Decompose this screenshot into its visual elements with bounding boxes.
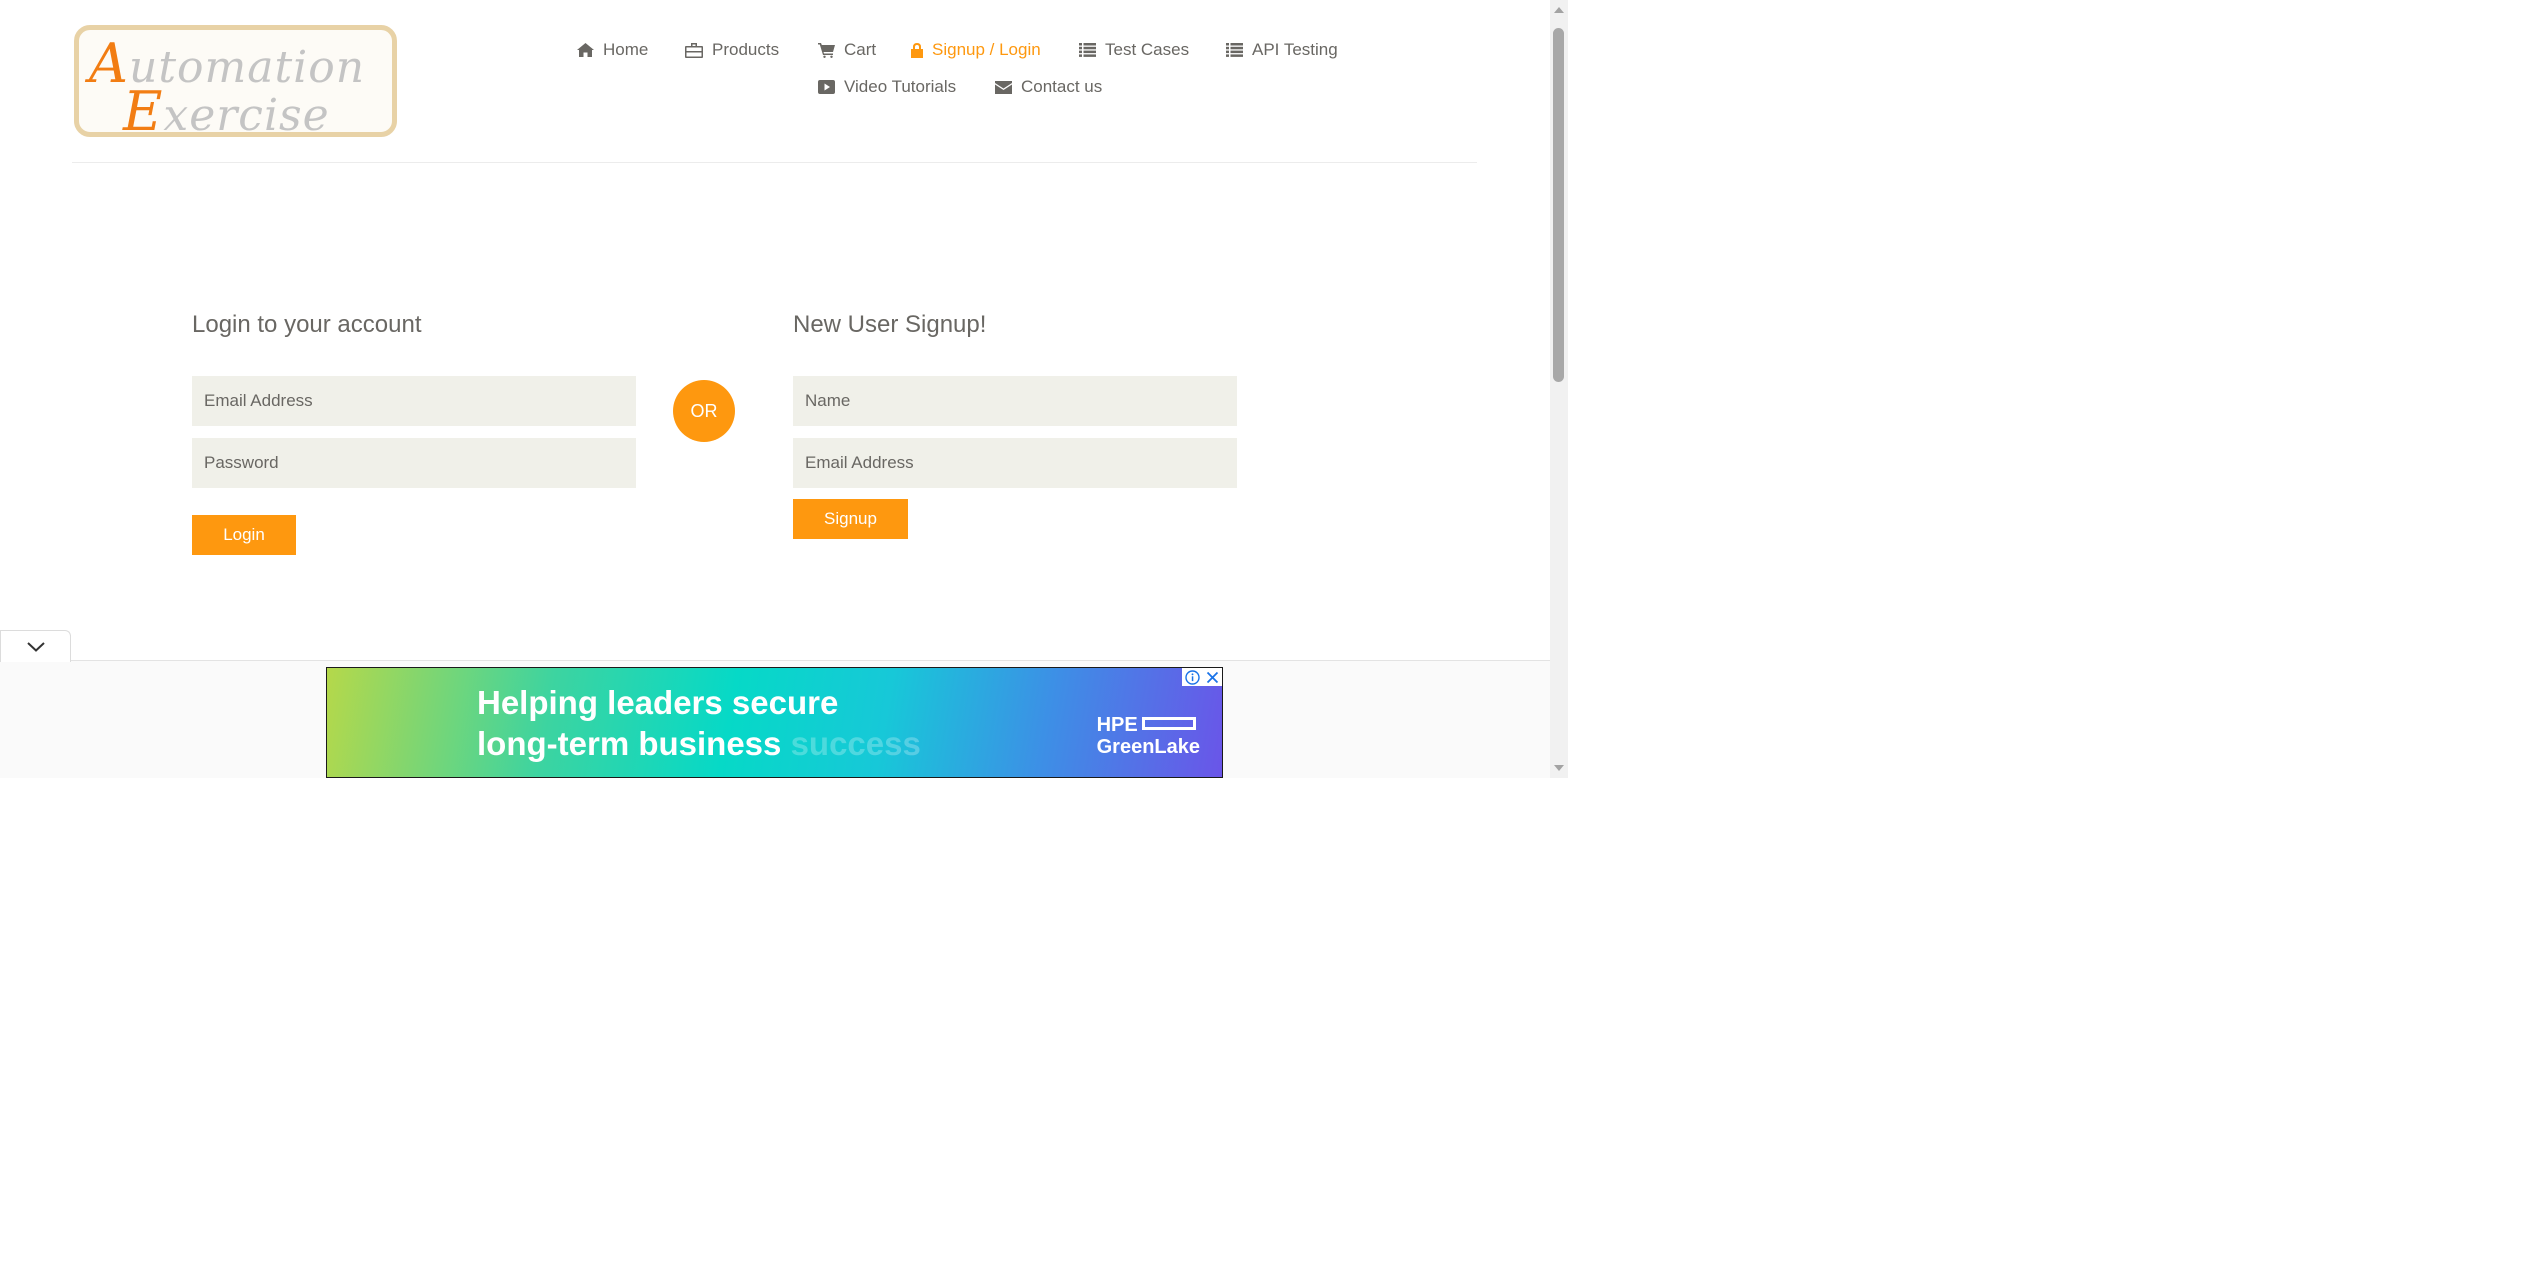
ad-brand-logo: HPE GreenLake [1097, 714, 1200, 758]
login-title: Login to your account [192, 311, 422, 338]
login-button[interactable]: Login [192, 515, 296, 555]
briefcase-icon [685, 42, 703, 58]
nav-video-tutorials-label: Video Tutorials [844, 77, 957, 96]
signup-button[interactable]: Signup [793, 499, 908, 539]
lock-icon [911, 42, 923, 58]
ad-headline-faded: success [790, 725, 921, 762]
nav-video-tutorials[interactable]: Video Tutorials [818, 77, 956, 97]
scroll-up-arrow-icon[interactable] [1554, 7, 1564, 13]
logo-text-line2: Exercise [123, 80, 330, 137]
ad-headline-line1: Helping leaders secure [477, 684, 839, 721]
nav-signup-login-label: Signup / Login [932, 40, 1041, 59]
ad-banner[interactable]: Helping leaders secure long-term busines… [326, 667, 1223, 778]
cart-icon [818, 42, 835, 58]
login-email-input[interactable] [192, 376, 636, 426]
ad-info-icon[interactable] [1182, 668, 1202, 686]
scroll-thumb[interactable] [1553, 28, 1564, 382]
list-icon [1226, 43, 1243, 57]
ad-headline-line2: long-term business [477, 725, 782, 762]
nav-home-label: Home [603, 40, 649, 59]
home-icon [577, 43, 594, 57]
nav-products-label: Products [712, 40, 780, 59]
nav-home[interactable]: Home [577, 40, 648, 60]
envelope-icon [995, 80, 1012, 94]
nav-products[interactable]: Products [685, 40, 779, 60]
nav-test-cases[interactable]: Test Cases [1079, 40, 1189, 60]
page-scrollbar[interactable] [1550, 0, 1568, 778]
nav-contact-us[interactable]: Contact us [995, 77, 1102, 97]
ad-close-icon[interactable] [1202, 668, 1222, 686]
list-icon [1079, 43, 1096, 57]
ad-brand-line1: HPE [1096, 714, 1138, 736]
ad-collapse-toggle[interactable] [0, 630, 71, 662]
signup-title: New User Signup! [793, 311, 987, 338]
scroll-down-arrow-icon[interactable] [1554, 765, 1564, 771]
nav-api-testing-label: API Testing [1252, 40, 1338, 59]
youtube-play-icon [818, 80, 835, 94]
ad-headline: Helping leaders secure long-term busines… [477, 682, 921, 764]
login-password-input[interactable] [192, 438, 636, 488]
chevron-down-icon [26, 641, 45, 652]
nav-cart[interactable]: Cart [818, 40, 876, 60]
nav-cart-label: Cart [844, 40, 877, 59]
signup-name-input[interactable] [793, 376, 1237, 426]
site-logo[interactable]: Automation Exercise [74, 25, 397, 137]
header-divider [72, 162, 1477, 163]
nav-signup-login[interactable]: Signup / Login [911, 40, 1041, 60]
or-divider: OR [673, 380, 735, 442]
ad-brand-line2: GreenLake [1096, 736, 1200, 758]
nav-test-cases-label: Test Cases [1105, 40, 1190, 59]
nav-contact-us-label: Contact us [1021, 77, 1103, 96]
signup-email-input[interactable] [793, 438, 1237, 488]
ad-controls [1182, 668, 1222, 686]
nav-api-testing[interactable]: API Testing [1226, 40, 1338, 60]
